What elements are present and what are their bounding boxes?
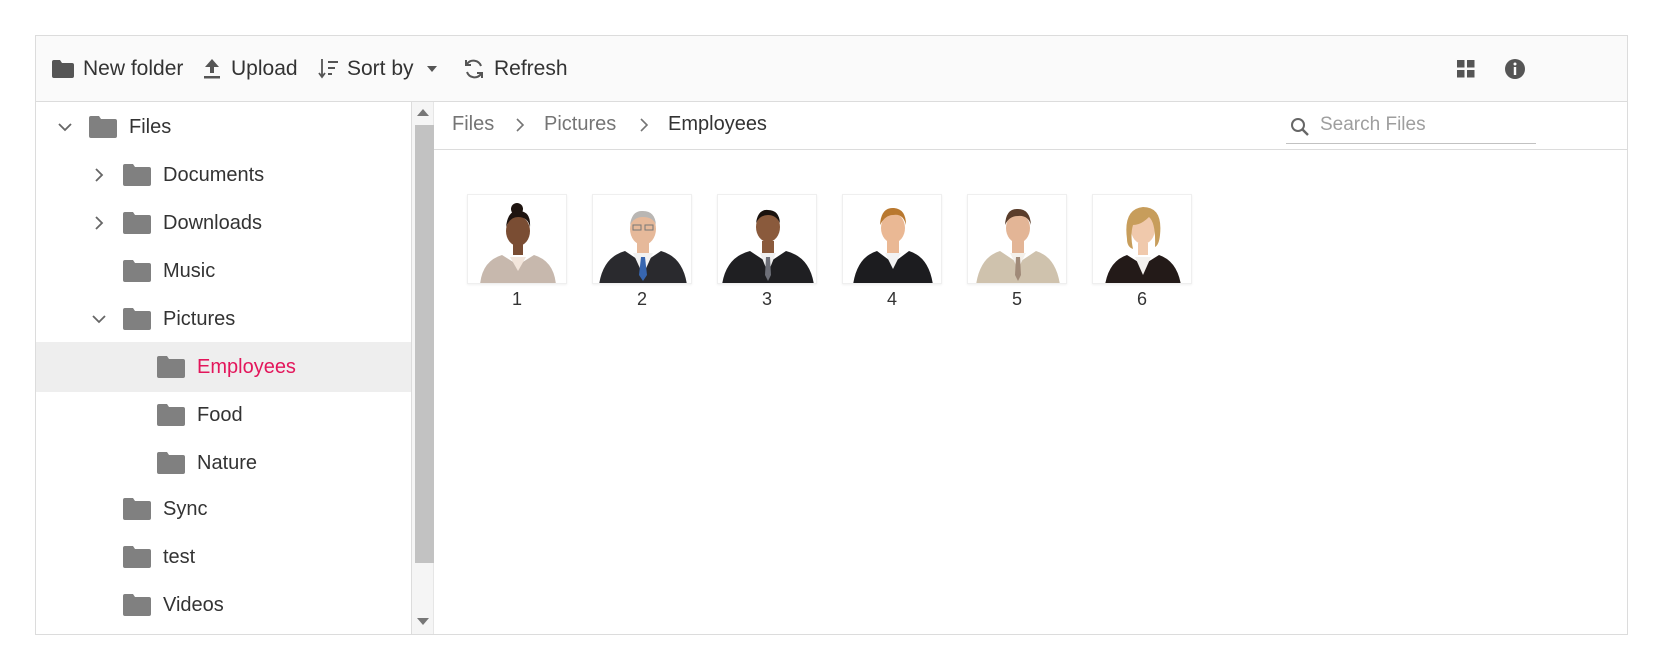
content-pane: Files Pictures Employees Search Files 1 … <box>434 102 1627 634</box>
scroll-up-arrow-icon[interactable] <box>417 109 429 116</box>
refresh-icon <box>463 58 485 80</box>
tree-item-employees[interactable]: Employees <box>36 342 411 392</box>
tree-item-label: Music <box>163 259 216 282</box>
folder-icon <box>123 546 151 568</box>
tree-item-label: Food <box>197 403 243 426</box>
file-tile[interactable]: 5 <box>967 194 1067 314</box>
navigation-pane: Files Documents Downloads Music Pictures… <box>36 102 412 634</box>
tree-item-videos[interactable]: Videos <box>36 580 411 630</box>
chevron-right-icon[interactable] <box>90 214 108 232</box>
upload-icon <box>202 58 222 80</box>
toolbar: New folder Upload Sort by Refresh <box>36 36 1627 102</box>
folder-icon <box>157 452 185 474</box>
tree-item-music[interactable]: Music <box>36 246 411 296</box>
tree-item-test[interactable]: test <box>36 532 411 582</box>
file-name: 5 <box>1011 289 1022 309</box>
file-name: 1 <box>511 289 522 309</box>
caret-down-icon <box>426 65 438 73</box>
scroll-down-arrow-icon[interactable] <box>417 618 429 625</box>
sort-icon <box>318 58 338 80</box>
folder-icon <box>52 60 74 78</box>
breadcrumb-files[interactable]: Files <box>452 113 494 136</box>
tree-item-label: Employees <box>197 355 296 378</box>
employee-photo-thumbnail <box>467 194 567 284</box>
tree-item-downloads[interactable]: Downloads <box>36 198 411 248</box>
folder-icon <box>123 164 151 186</box>
folder-icon <box>123 212 151 234</box>
tree-item-label: test <box>163 545 196 568</box>
address-bar: Files Pictures Employees <box>434 102 1627 150</box>
refresh-label: Refresh <box>494 57 568 80</box>
file-tile[interactable]: 6 <box>1092 194 1192 314</box>
employee-photo-thumbnail <box>1092 194 1192 284</box>
folder-icon <box>157 356 185 378</box>
tree-item-label: Downloads <box>163 211 262 234</box>
upload-button[interactable]: Upload <box>202 36 298 102</box>
new-folder-button[interactable]: New folder <box>52 36 183 102</box>
file-name: 2 <box>636 289 647 309</box>
folder-icon <box>123 308 151 330</box>
tree-item-label: Nature <box>197 451 258 474</box>
file-manager: New folder Upload Sort by Refresh Files … <box>35 35 1628 635</box>
file-tile[interactable]: 2 <box>592 194 692 314</box>
scrollbar-thumb[interactable] <box>415 125 434 563</box>
info-icon[interactable] <box>1503 57 1527 81</box>
employee-photo-thumbnail <box>717 194 817 284</box>
tree-item-sync[interactable]: Sync <box>36 484 411 534</box>
tree-item-pictures[interactable]: Pictures <box>36 294 411 344</box>
grid-view-icon[interactable] <box>1454 57 1478 81</box>
new-folder-label: New folder <box>83 57 184 80</box>
search-box <box>1286 108 1536 144</box>
file-tile[interactable]: 3 <box>717 194 817 314</box>
folder-icon <box>89 116 117 138</box>
tree-item-files[interactable]: Files <box>36 102 411 152</box>
tree-item-label: Files <box>129 115 172 138</box>
refresh-button[interactable]: Refresh <box>463 36 568 102</box>
tree-item-label: Videos <box>163 593 224 616</box>
folder-icon <box>123 498 151 520</box>
chevron-right-icon <box>512 116 528 134</box>
chevron-down-icon[interactable] <box>90 310 108 328</box>
tree-item-label: Documents <box>163 163 265 186</box>
file-name: 4 <box>886 289 897 309</box>
folder-icon <box>123 260 151 282</box>
sort-by-label: Sort by <box>347 57 414 80</box>
sort-by-button[interactable]: Sort by <box>318 36 438 102</box>
chevron-right-icon[interactable] <box>90 166 108 184</box>
tree-item-documents[interactable]: Documents <box>36 150 411 200</box>
file-name: 3 <box>761 289 772 309</box>
breadcrumb-pictures[interactable]: Pictures <box>544 113 616 136</box>
employee-photo-thumbnail <box>592 194 692 284</box>
tree-item-food[interactable]: Food <box>36 390 411 440</box>
breadcrumb-employees: Employees <box>668 113 767 135</box>
tree-item-label: Sync <box>163 497 208 520</box>
navigation-scrollbar[interactable] <box>412 102 434 634</box>
file-tile[interactable]: 1 <box>467 194 567 314</box>
folder-icon <box>157 404 185 426</box>
search-input[interactable] <box>1318 110 1532 140</box>
file-name: 6 <box>1136 289 1147 309</box>
employee-photo-thumbnail <box>842 194 942 284</box>
tree-item-label: Pictures <box>163 307 236 330</box>
upload-label: Upload <box>231 57 298 80</box>
chevron-right-icon <box>636 116 652 134</box>
folder-icon <box>123 594 151 616</box>
chevron-down-icon[interactable] <box>56 118 74 136</box>
employee-photo-thumbnail <box>967 194 1067 284</box>
tree-item-nature[interactable]: Nature <box>36 438 411 488</box>
file-tile[interactable]: 4 <box>842 194 942 314</box>
